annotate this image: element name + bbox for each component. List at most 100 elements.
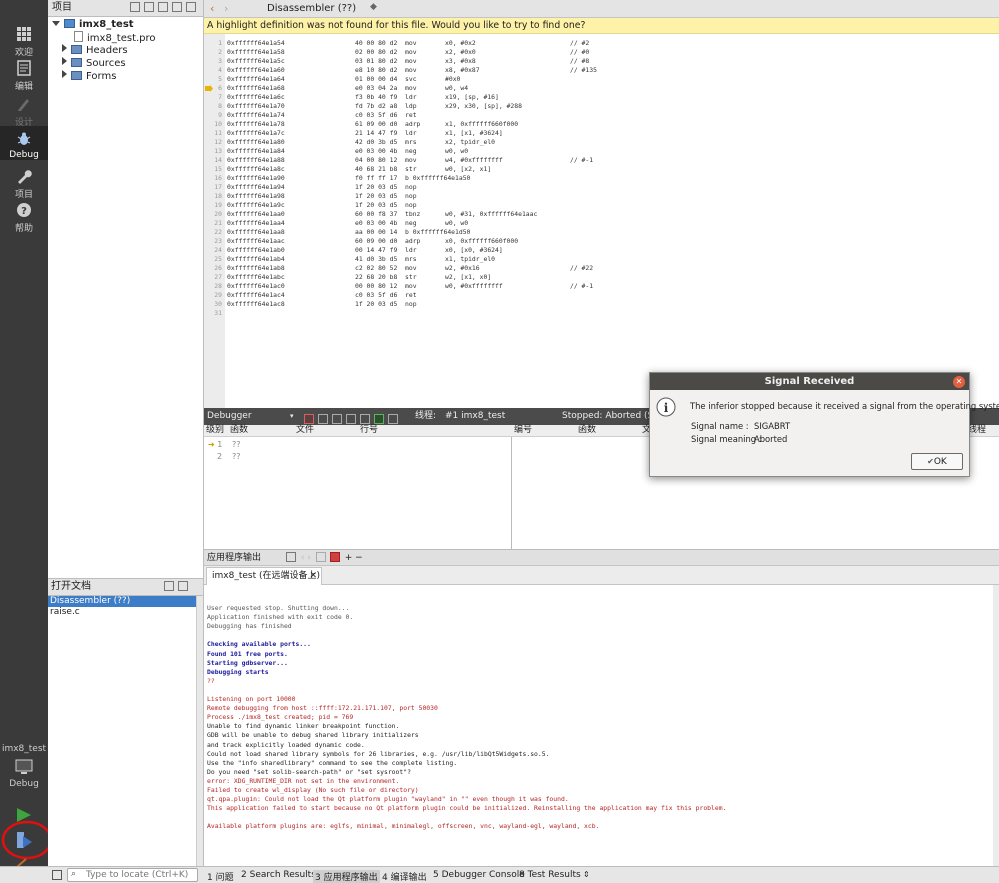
disasm-op: mrs — [405, 138, 417, 146]
table-row[interactable]: 2?? — [217, 452, 241, 461]
add-icon[interactable]: + — [345, 553, 353, 563]
column-header-file[interactable]: 文件 — [296, 425, 314, 435]
close-icon[interactable]: ✕ — [953, 376, 965, 388]
disasm-addr: 0xffffff64e1a84 — [227, 147, 285, 155]
disasm-bytes: c0 03 5f d6 — [355, 111, 398, 119]
output-line: GDB will be unable to debug shared libra… — [207, 731, 419, 740]
output-pane-tab-app-output[interactable]: 3 应用程序输出 — [313, 870, 380, 883]
mode-debug[interactable]: Debug — [0, 126, 48, 160]
tree-item-headers[interactable]: Headers — [62, 44, 128, 57]
disasm-addr: 0xffffff64e1a74 — [227, 111, 285, 119]
debugger-selector[interactable]: Debugger — [207, 408, 252, 425]
link-icon[interactable] — [158, 2, 168, 12]
project-name: imx8_test — [79, 19, 134, 30]
output-line: Available platform plugins are: eglfs, m… — [207, 822, 600, 831]
sort-icon[interactable] — [130, 2, 140, 12]
disasm-addr: 0xffffff64e1a94 — [227, 183, 285, 191]
line-number: 31 — [214, 309, 222, 317]
selector-dropdown-icon[interactable]: ▾ — [290, 408, 294, 425]
output-scrollbar[interactable] — [993, 585, 999, 866]
reload-icon[interactable] — [374, 414, 384, 424]
forward-arrow-icon[interactable]: › — [224, 2, 228, 15]
thread-selector[interactable]: #1 imx8_test — [445, 408, 505, 425]
tree-item-sources[interactable]: Sources — [62, 57, 126, 70]
editor-tab-title[interactable]: Disassembler (??) — [267, 3, 356, 14]
disasm-op: nop — [405, 300, 417, 308]
toggle-sidebar-icon[interactable] — [52, 870, 62, 880]
column-header-number[interactable]: 编号 — [514, 425, 532, 435]
disasm-addr: 0xffffff64e1aa0 — [227, 210, 285, 218]
disassembly-view[interactable] — [204, 34, 999, 408]
disasm-op: nop — [405, 201, 417, 209]
output-pane-tab-search[interactable]: 2 Search Results — [241, 870, 316, 880]
line-number: 30 — [214, 300, 222, 308]
stop-icon[interactable] — [329, 552, 340, 562]
close-tab-icon[interactable]: ✕ — [309, 568, 317, 585]
mode-projects[interactable]: 项目 — [0, 168, 48, 200]
step-over-icon[interactable] — [318, 414, 328, 424]
disasm-addr: 0xffffff64e1a9c — [227, 201, 285, 209]
more-tabs-icon[interactable]: ⇕ — [583, 870, 590, 879]
output-tab[interactable]: imx8_test (在远端设备上) ✕ — [206, 567, 322, 585]
ok-check-icon: ✔ — [927, 457, 934, 466]
back-arrow-icon[interactable]: ‹ — [210, 2, 214, 15]
output-pane-tab-debugger-console[interactable]: 5 Debugger Console — [433, 870, 525, 880]
mode-label: 欢迎 — [14, 48, 33, 58]
signal-meaning-value: Aborted — [754, 434, 788, 444]
output-line: ?? — [207, 676, 215, 685]
column-header-function[interactable]: 函数 — [578, 425, 596, 435]
open-doc-item[interactable]: Disassembler (??) — [48, 596, 196, 607]
mode-welcome[interactable]: 欢迎 — [0, 26, 48, 58]
column-header-thread[interactable]: 线程 — [968, 425, 986, 435]
interrupt-icon[interactable] — [304, 414, 314, 424]
close-pane-icon[interactable] — [186, 2, 196, 12]
kit-selector[interactable]: imx8_test Debug — [0, 744, 48, 789]
expand-icon[interactable] — [62, 57, 67, 65]
disasm-addr: 0xffffff64e1a80 — [227, 138, 285, 146]
disasm-addr: 0xffffff64e1ab8 — [227, 264, 285, 272]
open-doc-item[interactable]: raise.c — [48, 607, 196, 618]
open-docs-scrollbar[interactable] — [196, 596, 203, 866]
stack-function: ?? — [232, 440, 241, 449]
output-pane-tab-issues[interactable]: 1 问题 — [207, 870, 234, 883]
tree-item-forms[interactable]: Forms — [62, 70, 116, 83]
disasm-bytes: 40 68 21 b8 — [355, 165, 398, 173]
step-out-icon[interactable] — [346, 414, 356, 424]
filter-icon[interactable] — [144, 2, 154, 12]
disasm-bytes: 22 68 20 b8 — [355, 273, 398, 281]
step-into-icon[interactable] — [332, 414, 342, 424]
disasm-addr: 0xffffff64e1a54 — [227, 39, 285, 47]
output-pane-tab-test-results[interactable]: 8 Test Results — [519, 870, 581, 880]
tree-item-pro[interactable]: imx8_test.pro — [74, 31, 156, 44]
split-icon[interactable] — [172, 2, 182, 12]
column-header-line[interactable]: 行号 — [360, 425, 378, 435]
output-pane-tab-compile[interactable]: 4 编译输出 — [382, 870, 427, 883]
disasm-args: x3, #0x8 — [445, 57, 476, 65]
mode-design[interactable]: 设计 — [0, 96, 48, 128]
next-icon[interactable]: › — [307, 553, 311, 563]
stack-function: ?? — [232, 452, 241, 461]
stack-view[interactable]: 级别 函数 文件 行号 ➜ 1?? 2?? — [204, 425, 512, 549]
expand-icon[interactable] — [62, 70, 67, 78]
collapse-icon[interactable] — [52, 21, 60, 26]
locator-input[interactable]: ⌕ Type to locate (Ctrl+K) — [67, 868, 198, 882]
clean-icon[interactable] — [286, 552, 296, 562]
column-header-function[interactable]: 函数 — [230, 425, 248, 435]
prev-icon[interactable]: ‹ — [301, 553, 305, 563]
column-header-level[interactable]: 级别 — [206, 425, 224, 435]
disasm-op: ldp — [405, 102, 417, 110]
expand-icon[interactable] — [62, 44, 67, 52]
rerun-icon[interactable] — [315, 552, 326, 562]
tab-number: 3 — [315, 873, 321, 883]
table-row[interactable]: ➜ 1?? — [208, 440, 241, 449]
restart-icon[interactable] — [360, 414, 370, 424]
remove-icon[interactable]: − — [355, 553, 363, 563]
mode-edit[interactable]: 编辑 — [0, 60, 48, 92]
ok-button[interactable]: ✔OK — [911, 453, 963, 470]
operate-icon[interactable] — [388, 414, 398, 424]
tree-project-root[interactable]: imx8_test — [52, 18, 134, 31]
document-dropdown-icon[interactable]: ◆ — [370, 2, 377, 12]
mode-help[interactable]: ? 帮助 — [0, 202, 48, 234]
sort-icon[interactable] — [164, 581, 174, 591]
split-icon[interactable] — [178, 581, 188, 591]
